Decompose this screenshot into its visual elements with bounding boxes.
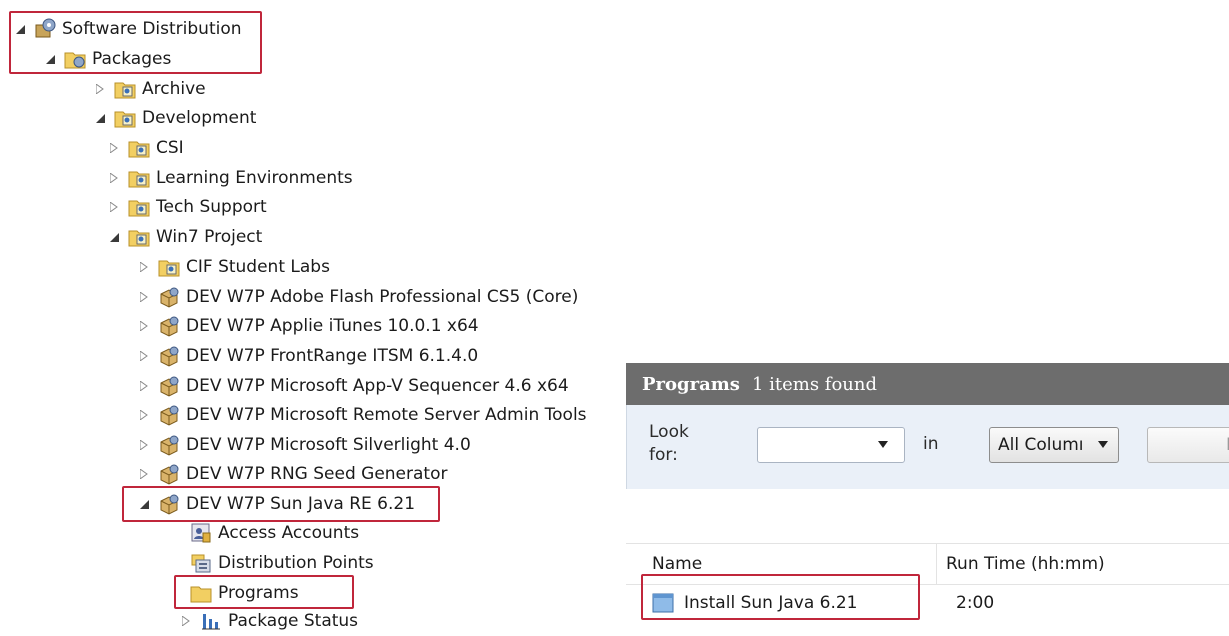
- collapsed-arrow-icon[interactable]: [136, 459, 152, 489]
- tree-node-access-accounts[interactable]: Access Accounts: [168, 518, 359, 548]
- package-folder-icon: [128, 196, 150, 218]
- tree-node-package-silverlight[interactable]: DEV W7P Microsoft Silverlight 4.0: [136, 430, 471, 460]
- find-now-button[interactable]: F: [1147, 427, 1229, 463]
- tree-node-label: Win7 Project: [156, 227, 263, 247]
- columns-select[interactable]: All Columı: [989, 427, 1119, 463]
- collapsed-arrow-icon[interactable]: [106, 163, 122, 193]
- package-folder-icon: [128, 167, 150, 189]
- column-header-run-time[interactable]: Run Time (hh:mm): [946, 544, 1105, 584]
- collapsed-arrow-icon[interactable]: [136, 341, 152, 371]
- tree-node-label: Distribution Points: [218, 553, 374, 573]
- tree-node-label: Access Accounts: [218, 523, 360, 543]
- package-icon: [158, 434, 180, 456]
- tree-node-package-appv[interactable]: DEV W7P Microsoft App-V Sequencer 4.6 x6…: [136, 371, 569, 401]
- tree-node-label: DEV W7P Microsoft Remote Server Admin To…: [186, 405, 587, 425]
- tree-node-label: DEV W7P Applie iTunes 10.0.1 x64: [186, 316, 479, 336]
- tree-node-win7-project[interactable]: Win7 Project: [106, 222, 262, 252]
- collapsed-arrow-icon[interactable]: [136, 371, 152, 401]
- tree-node-tech-support[interactable]: Tech Support: [106, 192, 267, 222]
- programs-panel-title: Programs: [642, 373, 740, 395]
- highlight-box-install-sun-java: [641, 574, 920, 620]
- collapsed-arrow-icon[interactable]: [136, 311, 152, 341]
- collapsed-arrow-icon[interactable]: [92, 74, 108, 104]
- package-folder-icon: [114, 107, 136, 129]
- package-folder-icon: [128, 137, 150, 159]
- column-separator[interactable]: [936, 544, 937, 584]
- package-icon: [158, 345, 180, 367]
- expanded-arrow-icon[interactable]: [92, 103, 108, 133]
- cell-run-time: 2:00: [956, 593, 995, 613]
- tree-node-label: Tech Support: [156, 197, 267, 217]
- expanded-arrow-icon[interactable]: [106, 222, 122, 252]
- collapsed-arrow-icon[interactable]: [106, 192, 122, 222]
- columns-select-value: All Columı: [998, 435, 1084, 455]
- tree-node-label: DEV W7P Microsoft Silverlight 4.0: [186, 435, 471, 455]
- tree-node-csi[interactable]: CSI: [106, 133, 184, 163]
- tree-node-label: Learning Environments: [156, 168, 353, 188]
- package-status-icon: [200, 610, 222, 632]
- distribution-points-icon: [190, 552, 212, 574]
- highlight-box-software-distribution: [9, 11, 262, 74]
- package-folder-icon: [128, 226, 150, 248]
- package-icon: [158, 286, 180, 308]
- tree-node-package-rng[interactable]: DEV W7P RNG Seed Generator: [136, 459, 447, 489]
- tree-node-label: Development: [142, 108, 257, 128]
- tree-node-package-itunes[interactable]: DEV W7P Applie iTunes 10.0.1 x64: [136, 311, 479, 341]
- access-accounts-icon: [190, 522, 212, 544]
- dropdown-arrow-icon[interactable]: [1098, 441, 1108, 448]
- tree-node-package-rsat[interactable]: DEV W7P Microsoft Remote Server Admin To…: [136, 400, 587, 430]
- tree-node-cif-student-labs[interactable]: CIF Student Labs: [136, 252, 330, 282]
- search-bar: Look for: in All Columı F: [626, 405, 1229, 489]
- look-for-label: Look for:: [649, 422, 689, 465]
- tree-node-label: DEV W7P Adobe Flash Professional CS5 (Co…: [186, 287, 579, 307]
- package-icon: [158, 315, 180, 337]
- tree-node-label: DEV W7P Microsoft App-V Sequencer 4.6 x6…: [186, 376, 569, 396]
- tree-node-distribution-points[interactable]: Distribution Points: [168, 548, 374, 578]
- programs-panel-header: Programs 1 items found: [626, 363, 1229, 405]
- look-for-input[interactable]: [757, 427, 905, 463]
- collapsed-arrow-icon[interactable]: [136, 430, 152, 460]
- tree-node-development[interactable]: Development: [92, 103, 256, 133]
- package-icon: [158, 463, 180, 485]
- tree-node-label: CIF Student Labs: [186, 257, 330, 277]
- tree-node-archive[interactable]: Archive: [92, 74, 206, 104]
- in-label: in: [923, 434, 939, 454]
- collapsed-arrow-icon[interactable]: [136, 400, 152, 430]
- collapsed-arrow-icon[interactable]: [136, 252, 152, 282]
- highlight-box-sun-java: [122, 486, 440, 522]
- tree-node-label: CSI: [156, 138, 184, 158]
- items-found-count: 1 items found: [751, 373, 877, 395]
- package-folder-icon: [114, 78, 136, 100]
- tree-node-label: DEV W7P FrontRange ITSM 6.1.4.0: [186, 346, 479, 366]
- collapsed-arrow-icon[interactable]: [106, 133, 122, 163]
- dropdown-arrow-icon[interactable]: [878, 441, 888, 448]
- tree-node-package-flash[interactable]: DEV W7P Adobe Flash Professional CS5 (Co…: [136, 282, 578, 312]
- package-icon: [158, 404, 180, 426]
- package-folder-icon: [158, 256, 180, 278]
- tree-node-learning-environments[interactable]: Learning Environments: [106, 163, 353, 193]
- package-icon: [158, 375, 180, 397]
- highlight-box-programs: [174, 575, 354, 609]
- collapsed-arrow-icon[interactable]: [136, 282, 152, 312]
- tree-node-package-frontrange[interactable]: DEV W7P FrontRange ITSM 6.1.4.0: [136, 341, 478, 371]
- tree-node-label: Archive: [142, 79, 206, 99]
- tree-node-label: DEV W7P RNG Seed Generator: [186, 464, 448, 484]
